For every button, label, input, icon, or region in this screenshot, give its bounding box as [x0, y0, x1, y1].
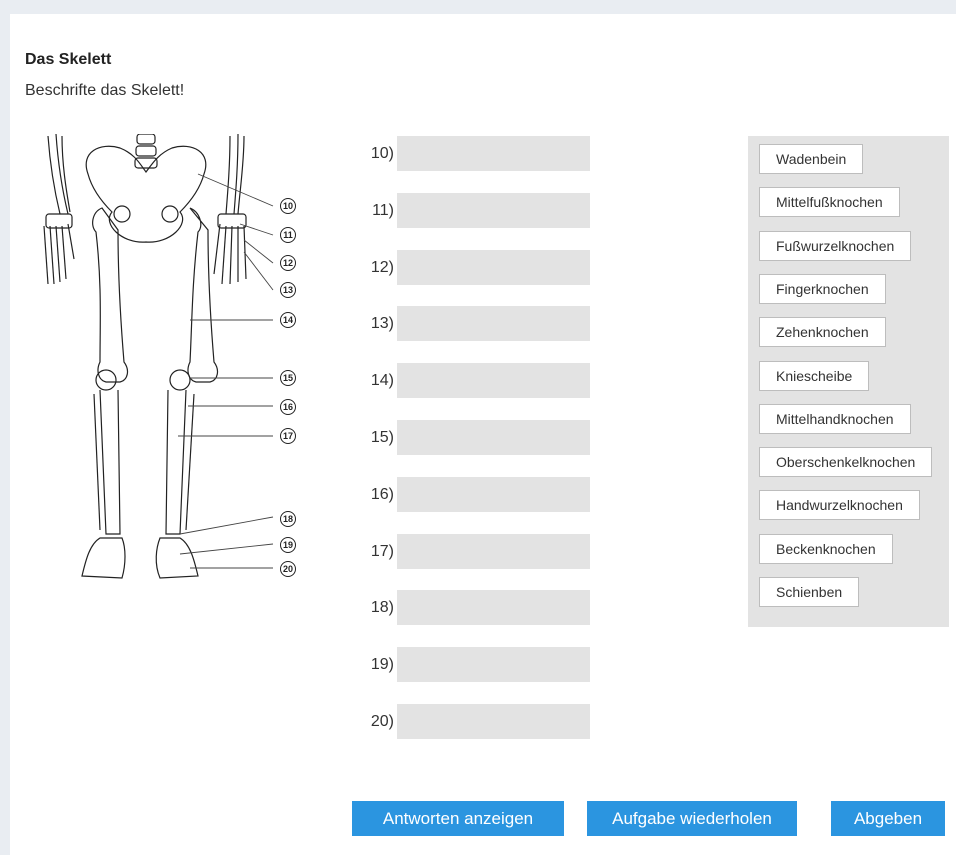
word-chip[interactable]: Fingerknochen [759, 273, 886, 304]
word-chip[interactable]: Mittelfußknochen [759, 187, 900, 218]
answer-drop-zone[interactable] [397, 647, 590, 683]
right-tibia [165, 389, 187, 535]
task-instruction: Beschrifte das Skelett! [25, 82, 185, 99]
marker-12: 12 [280, 255, 296, 271]
answer-drop-zone[interactable] [397, 306, 590, 342]
word-chip[interactable]: Handwurzelknochen [759, 490, 920, 521]
word-chip[interactable]: Beckenknochen [759, 533, 893, 564]
left-tibia [99, 389, 121, 535]
word-chip[interactable]: Oberschenkelknochen [759, 447, 933, 478]
show-answers-button[interactable]: Antworten anzeigen [352, 801, 564, 836]
submit-button[interactable]: Abgeben [831, 801, 945, 836]
answer-number: 10) [370, 145, 394, 162]
answer-row: 17) [358, 533, 598, 570]
retry-button[interactable]: Aufgabe wiederholen [587, 801, 797, 836]
answer-row: 15) [358, 420, 598, 456]
left-foot [81, 537, 126, 579]
answer-row: 11) [358, 192, 598, 229]
word-chip[interactable]: Wadenbein [759, 144, 864, 174]
answer-drop-zone[interactable] [397, 249, 590, 285]
marker-19: 19 [280, 537, 296, 553]
answer-drop-zone[interactable] [397, 533, 590, 569]
right-femur [187, 207, 219, 383]
word-chip[interactable]: Kniescheibe [759, 360, 870, 391]
left-forearm [47, 134, 71, 215]
answer-number: 16) [370, 485, 394, 503]
answer-row: 14) [358, 363, 598, 399]
task-title: Das Skelett [25, 51, 112, 68]
answer-row: 10) [358, 136, 598, 172]
answer-row: 18) [358, 590, 598, 626]
spine [134, 134, 158, 169]
answer-row: 13) [358, 306, 598, 342]
answer-number: 18) [370, 599, 394, 617]
right-foot [155, 537, 199, 579]
answer-number: 15) [370, 429, 394, 446]
marker-17: 17 [280, 428, 296, 444]
word-chip[interactable]: Schienben [759, 577, 860, 607]
left-femur [92, 207, 129, 383]
marker-16: 16 [280, 399, 296, 415]
word-chip[interactable]: Zehenknochen [759, 317, 886, 348]
word-bank: Wadenbein Mittelfußknochen Fußwurzelknoche… [748, 136, 949, 627]
pelvis [85, 145, 207, 243]
answer-number: 13) [370, 315, 394, 333]
word-chip[interactable]: Mittelhandknochen [759, 403, 911, 434]
answer-number: 12) [370, 258, 394, 276]
marker-11: 11 [280, 227, 296, 243]
answer-drop-zone[interactable] [397, 363, 590, 399]
answer-number: 20) [370, 713, 394, 730]
answer-drop-zone[interactable] [397, 704, 590, 739]
marker-10: 10 [280, 198, 296, 214]
left-hand [43, 213, 75, 285]
marker-15: 15 [280, 370, 296, 386]
left-fibula [93, 393, 101, 531]
answer-row: 12) [358, 249, 598, 286]
marker-18: 18 [280, 511, 296, 527]
marker-14: 14 [280, 312, 296, 328]
answer-row: 20) [358, 704, 598, 740]
answer-drop-zone[interactable] [397, 420, 590, 455]
answer-drop-zone[interactable] [397, 192, 590, 228]
right-fibula [185, 393, 195, 531]
marker-20: 20 [280, 561, 296, 577]
answer-number: 11) [372, 201, 394, 219]
marker-13: 13 [280, 282, 296, 298]
answer-drop-zone[interactable] [397, 590, 590, 626]
answer-number: 19) [370, 656, 394, 674]
answer-number: 14) [370, 372, 394, 390]
skeleton-diagram [40, 134, 315, 589]
answer-row: 19) [358, 647, 598, 683]
answer-number: 17) [370, 542, 394, 560]
answer-drop-zone[interactable] [397, 476, 590, 512]
answer-drop-zone[interactable] [397, 136, 590, 171]
answer-row: 16) [358, 476, 598, 513]
word-chip[interactable]: Fußwurzelknochen [759, 230, 912, 261]
right-forearm [225, 134, 245, 215]
